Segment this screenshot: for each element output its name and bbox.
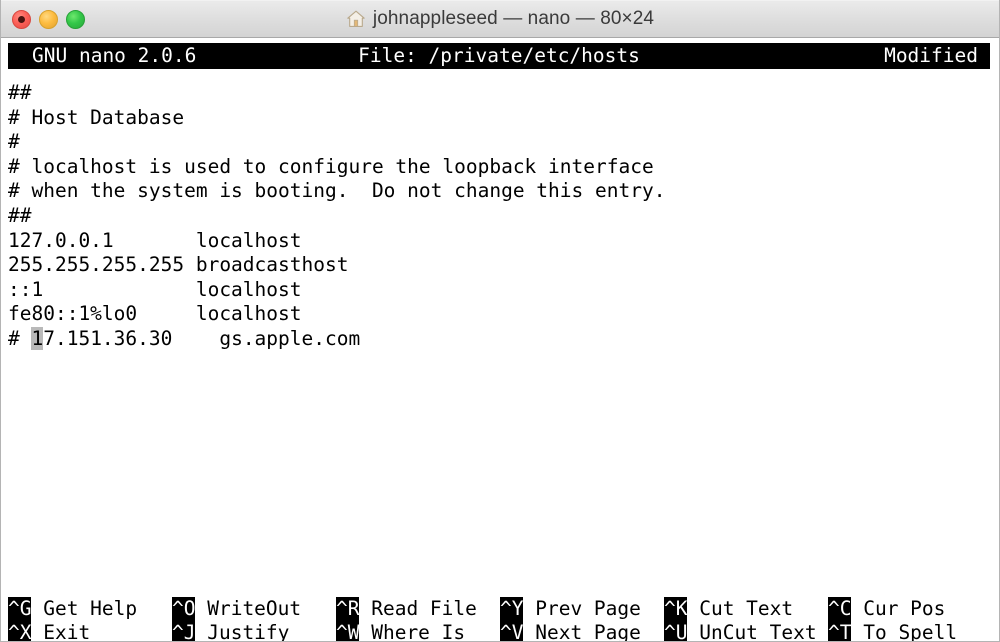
shortcut-key: ^O [172,597,195,622]
shortcut-label: Where Is [359,621,465,642]
nano-status-bar: GNU nano 2.0.6 File: /private/etc/hosts … [8,43,990,69]
text-cursor: 1 [31,327,43,350]
editor-line: ## [1,81,999,106]
window-titlebar[interactable]: johnappleseed — nano — 80×24 [1,0,999,38]
close-button[interactable] [12,10,31,29]
shortcut-key: ^G [8,597,31,622]
shortcut-label: UnCut Text [687,621,816,642]
nano-version: GNU nano 2.0.6 [32,43,196,69]
editor-line: ## [1,204,999,229]
shortcut-item[interactable]: ^Y Prev Page [500,597,664,622]
window-controls [1,10,85,29]
shortcut-item[interactable]: ^K Cut Text [664,597,828,622]
editor-line: # when the system is booting. Do not cha… [1,179,999,204]
nano-filename: File: /private/etc/hosts [358,43,640,69]
nano-modified-flag: Modified [884,43,978,69]
editor-buffer[interactable]: ### Host Database## localhost is used to… [1,81,999,352]
shortcut-item[interactable]: ^R Read File [336,597,500,622]
editor-line: 127.0.0.1 localhost [1,229,999,254]
shortcut-label: WriteOut [195,597,301,622]
editor-line: ::1 localhost [1,278,999,303]
shortcut-label: Cur Pos [851,597,945,622]
shortcut-label: Justify [195,621,289,642]
shortcut-item[interactable]: ^O WriteOut [172,597,336,622]
zoom-button[interactable] [66,10,85,29]
shortcut-label: To Spell [851,621,957,642]
shortcut-label: Exit [31,621,90,642]
shortcut-item[interactable]: ^V Next Page [500,621,664,642]
nano-shortcut-bar: ^G Get Help^O WriteOut^R Read File^Y Pre… [1,597,999,642]
shortcut-key: ^K [664,597,687,622]
shortcut-item[interactable]: ^J Justify [172,621,336,642]
shortcut-item[interactable]: ^T To Spell [828,621,992,642]
shortcut-item[interactable]: ^C Cur Pos [828,597,992,622]
shortcut-item[interactable]: ^G Get Help [8,597,172,622]
shortcut-key: ^V [500,621,523,642]
window-title: johnappleseed — nano — 80×24 [373,8,654,30]
shortcut-key: ^Y [500,597,523,622]
shortcut-row-bottom: ^X Exit^J Justify^W Where Is^V Next Page… [8,621,999,642]
shortcut-key: ^W [336,621,359,642]
shortcut-key: ^X [8,621,31,642]
terminal-window: johnappleseed — nano — 80×24 GNU nano 2.… [0,0,1000,642]
shortcut-key: ^C [828,597,851,622]
window-title-group: johnappleseed — nano — 80×24 [1,1,999,37]
shortcut-key: ^U [664,621,687,642]
editor-line: # 17.151.36.30 gs.apple.com [1,327,999,352]
shortcut-label: Get Help [31,597,137,622]
shortcut-row-top: ^G Get Help^O WriteOut^R Read File^Y Pre… [8,597,999,622]
home-icon [346,9,366,29]
shortcut-label: Prev Page [523,597,640,622]
shortcut-key: ^R [336,597,359,622]
editor-line: fe80::1%lo0 localhost [1,302,999,327]
editor-line: # Host Database [1,106,999,131]
editor-line: # localhost is used to configure the loo… [1,155,999,180]
shortcut-key: ^J [172,621,195,642]
shortcut-item[interactable]: ^X Exit [8,621,172,642]
editor-line: # [1,130,999,155]
minimize-button[interactable] [39,10,58,29]
editor-line: 255.255.255.255 broadcasthost [1,253,999,278]
shortcut-item[interactable]: ^W Where Is [336,621,500,642]
shortcut-label: Next Page [523,621,640,642]
shortcut-label: Cut Text [687,597,793,622]
shortcut-key: ^T [828,621,851,642]
shortcut-item[interactable]: ^U UnCut Text [664,621,828,642]
shortcut-label: Read File [359,597,476,622]
terminal-content[interactable]: GNU nano 2.0.6 File: /private/etc/hosts … [1,43,999,642]
